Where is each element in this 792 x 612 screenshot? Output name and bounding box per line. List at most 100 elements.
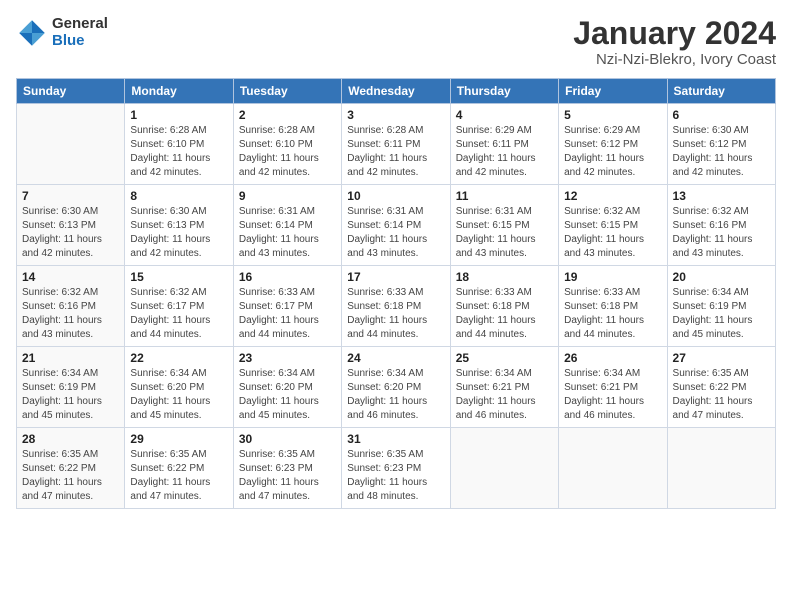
calendar-week-4: 21 Sunrise: 6:34 AMSunset: 6:19 PMDayligh… <box>17 347 776 428</box>
day-info: Sunrise: 6:32 AMSunset: 6:16 PMDaylight:… <box>673 205 770 261</box>
calendar-cell: 20Sunrise: 6:34 AMSunset: 6:19 PMDayligh… <box>667 266 775 347</box>
calendar-cell: 26Sunrise: 6:34 AMSunset: 6:21 PMDayligh… <box>559 347 667 428</box>
calendar-week-2: 7Sunrise: 6:30 AMSunset: 6:13 PMDaylight… <box>17 185 776 266</box>
calendar-cell <box>667 428 775 509</box>
day-number: 12 <box>564 189 661 203</box>
day-number: 3 <box>347 108 444 122</box>
day-info: Sunrise: 6:34 AMSunset: 6:20 PMDaylight:… <box>239 367 336 423</box>
column-header-tuesday: Tuesday <box>233 79 341 104</box>
day-number: 19 <box>564 270 661 284</box>
day-info: Sunrise: 6:32 AMSunset: 6:15 PMDaylight:… <box>564 205 661 261</box>
day-info: Sunrise: 6:32 AMSunset: 6:17 PMDaylight:… <box>130 286 227 342</box>
page-header: General Blue January 2024 Nzi-Nzi-Blekro… <box>16 16 776 68</box>
column-header-wednesday: Wednesday <box>342 79 450 104</box>
day-info: Sunrise: 6:35 AMSunset: 6:23 PMDaylight:… <box>347 448 444 504</box>
day-info: Sunrise: 6:34 AMSunset: 6:19 PMDaylight:… <box>22 367 119 423</box>
column-header-saturday: Saturday <box>667 79 775 104</box>
day-number: 24 <box>347 351 444 365</box>
day-info: Sunrise: 6:34 AMSunset: 6:19 PMDaylight:… <box>673 286 770 342</box>
title-block: January 2024 Nzi-Nzi-Blekro, Ivory Coast <box>573 16 776 68</box>
calendar-cell: 1 Sunrise: 6:28 AMSunset: 6:10 PMDaylight… <box>125 104 233 185</box>
day-number: 31 <box>347 432 444 446</box>
day-number: 15 <box>130 270 227 284</box>
day-info: Sunrise: 6:34 AMSunset: 6:20 PMDaylight:… <box>130 367 227 423</box>
day-number: 29 <box>130 432 227 446</box>
day-info: Sunrise: 6:35 AMSunset: 6:23 PMDaylight:… <box>239 448 336 504</box>
day-info: Sunrise: 6:31 AMSunset: 6:14 PMDaylight:… <box>347 205 444 261</box>
day-info: Sunrise: 6:33 AMSunset: 6:18 PMDaylight:… <box>347 286 444 342</box>
day-number: 27 <box>673 351 770 365</box>
calendar-cell: 9 Sunrise: 6:31 AMSunset: 6:14 PMDaylight… <box>233 185 341 266</box>
calendar-cell: 10Sunrise: 6:31 AMSunset: 6:14 PMDayligh… <box>342 185 450 266</box>
day-info: Sunrise: 6:29 AMSunset: 6:11 PMDaylight:… <box>456 124 553 180</box>
calendar-body: 1 Sunrise: 6:28 AMSunset: 6:10 PMDaylight… <box>17 104 776 509</box>
day-info: Sunrise: 6:32 AMSunset: 6:16 PMDaylight:… <box>22 286 119 342</box>
day-info: Sunrise: 6:30 AMSunset: 6:12 PMDaylight:… <box>673 124 770 180</box>
day-number: 5 <box>564 108 661 122</box>
calendar-cell: 31 Sunrise: 6:35 AMSunset: 6:23 PMDayligh… <box>342 428 450 509</box>
column-header-monday: Monday <box>125 79 233 104</box>
calendar-header: SundayMondayTuesdayWednesdayThursdayFrid… <box>17 79 776 104</box>
calendar-cell: 30 Sunrise: 6:35 AMSunset: 6:23 PMDayligh… <box>233 428 341 509</box>
day-info: Sunrise: 6:33 AMSunset: 6:18 PMDaylight:… <box>456 286 553 342</box>
day-info: Sunrise: 6:34 AMSunset: 6:21 PMDaylight:… <box>456 367 553 423</box>
day-info: Sunrise: 6:28 AMSunset: 6:10 PMDaylight:… <box>239 124 336 180</box>
day-number: 17 <box>347 270 444 284</box>
logo: General Blue <box>16 16 108 49</box>
calendar-cell: 29 Sunrise: 6:35 AMSunset: 6:22 PMDayligh… <box>125 428 233 509</box>
day-number: 4 <box>456 108 553 122</box>
column-header-thursday: Thursday <box>450 79 558 104</box>
day-number: 2 <box>239 108 336 122</box>
day-number: 13 <box>673 189 770 203</box>
logo-blue: Blue <box>52 33 108 50</box>
logo-general: General <box>52 16 108 33</box>
page-subtitle: Nzi-Nzi-Blekro, Ivory Coast <box>573 51 776 68</box>
day-number: 16 <box>239 270 336 284</box>
calendar-cell <box>450 428 558 509</box>
calendar-cell: 27Sunrise: 6:35 AMSunset: 6:22 PMDayligh… <box>667 347 775 428</box>
day-info: Sunrise: 6:31 AMSunset: 6:15 PMDaylight:… <box>456 205 553 261</box>
day-info: Sunrise: 6:29 AMSunset: 6:12 PMDaylight:… <box>564 124 661 180</box>
day-info: Sunrise: 6:35 AMSunset: 6:22 PMDaylight:… <box>130 448 227 504</box>
day-info: Sunrise: 6:30 AMSunset: 6:13 PMDaylight:… <box>130 205 227 261</box>
day-info: Sunrise: 6:33 AMSunset: 6:18 PMDaylight:… <box>564 286 661 342</box>
calendar-week-1: 1 Sunrise: 6:28 AMSunset: 6:10 PMDaylight… <box>17 104 776 185</box>
calendar-week-3: 14 Sunrise: 6:32 AMSunset: 6:16 PMDayligh… <box>17 266 776 347</box>
header-row: SundayMondayTuesdayWednesdayThursdayFrid… <box>17 79 776 104</box>
calendar-cell: 11Sunrise: 6:31 AMSunset: 6:15 PMDayligh… <box>450 185 558 266</box>
day-number: 26 <box>564 351 661 365</box>
day-info: Sunrise: 6:28 AMSunset: 6:11 PMDaylight:… <box>347 124 444 180</box>
day-number: 21 <box>22 351 119 365</box>
calendar-cell: 24Sunrise: 6:34 AMSunset: 6:20 PMDayligh… <box>342 347 450 428</box>
calendar-cell: 8Sunrise: 6:30 AMSunset: 6:13 PMDaylight… <box>125 185 233 266</box>
day-info: Sunrise: 6:35 AMSunset: 6:22 PMDaylight:… <box>22 448 119 504</box>
calendar-cell: 7Sunrise: 6:30 AMSunset: 6:13 PMDaylight… <box>17 185 125 266</box>
calendar-cell: 16Sunrise: 6:33 AMSunset: 6:17 PMDayligh… <box>233 266 341 347</box>
day-number: 25 <box>456 351 553 365</box>
calendar-cell: 3 Sunrise: 6:28 AMSunset: 6:11 PMDaylight… <box>342 104 450 185</box>
column-header-friday: Friday <box>559 79 667 104</box>
logo-text: General Blue <box>52 16 108 49</box>
day-number: 30 <box>239 432 336 446</box>
calendar-week-5: 28 Sunrise: 6:35 AMSunset: 6:22 PMDayligh… <box>17 428 776 509</box>
day-number: 14 <box>22 270 119 284</box>
calendar-cell: 25 Sunrise: 6:34 AMSunset: 6:21 PMDayligh… <box>450 347 558 428</box>
calendar-cell: 15 Sunrise: 6:32 AMSunset: 6:17 PMDayligh… <box>125 266 233 347</box>
day-number: 1 <box>130 108 227 122</box>
calendar-cell: 19 Sunrise: 6:33 AMSunset: 6:18 PMDayligh… <box>559 266 667 347</box>
day-info: Sunrise: 6:28 AMSunset: 6:10 PMDaylight:… <box>130 124 227 180</box>
page-title: January 2024 <box>573 16 776 51</box>
day-number: 9 <box>239 189 336 203</box>
calendar-cell: 21 Sunrise: 6:34 AMSunset: 6:19 PMDayligh… <box>17 347 125 428</box>
day-number: 23 <box>239 351 336 365</box>
calendar-cell: 18Sunrise: 6:33 AMSunset: 6:18 PMDayligh… <box>450 266 558 347</box>
column-header-sunday: Sunday <box>17 79 125 104</box>
day-number: 28 <box>22 432 119 446</box>
calendar-cell <box>17 104 125 185</box>
calendar-cell <box>559 428 667 509</box>
calendar-table: SundayMondayTuesdayWednesdayThursdayFrid… <box>16 78 776 509</box>
calendar-cell: 14 Sunrise: 6:32 AMSunset: 6:16 PMDayligh… <box>17 266 125 347</box>
day-number: 22 <box>130 351 227 365</box>
day-info: Sunrise: 6:31 AMSunset: 6:14 PMDaylight:… <box>239 205 336 261</box>
day-info: Sunrise: 6:30 AMSunset: 6:13 PMDaylight:… <box>22 205 119 261</box>
